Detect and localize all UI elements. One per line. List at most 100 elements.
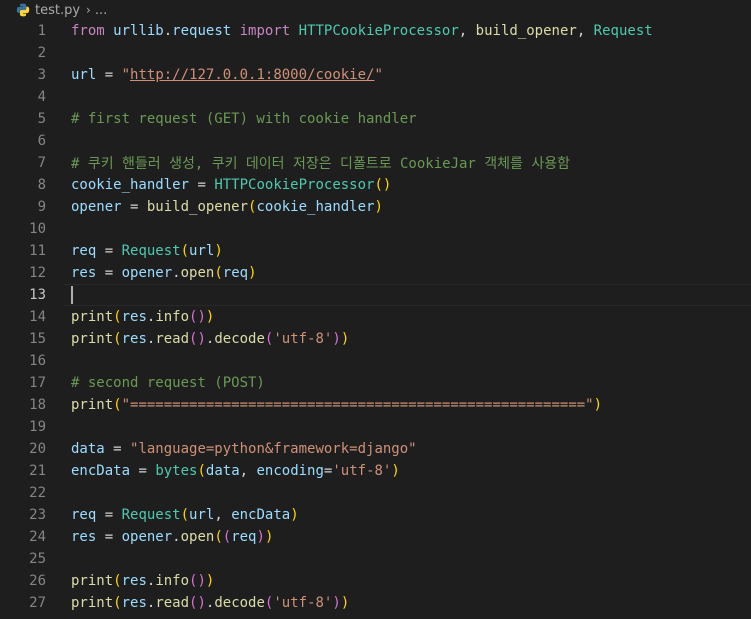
breadcrumb-file[interactable]: test.py	[35, 3, 80, 18]
code-token: info	[155, 573, 190, 589]
code-line[interactable]: 5 # first request (GET) with cookie handl…	[0, 108, 751, 130]
code-token: encoding	[256, 463, 324, 479]
code-token: cookie_handler	[71, 177, 190, 193]
code-token: )	[205, 309, 215, 325]
code-token: (	[113, 331, 122, 347]
code-token: =	[121, 199, 147, 215]
code-token: build_opener	[146, 199, 249, 215]
line-content: url = " http://127.0.0.1:8000/cookie/"	[71, 64, 383, 86]
line-number: 8	[37, 177, 46, 193]
code-token: info	[155, 309, 190, 325]
code-line[interactable]: 27 print(res. read(). decode('utf-8'))	[0, 592, 751, 614]
line-content: print(res. read(). decode('utf-8'))	[71, 328, 349, 350]
code-token: )	[256, 529, 265, 545]
code-line[interactable]: 23 req = Request(url, encData)	[0, 504, 751, 526]
line-number: 7	[37, 155, 46, 171]
code-line[interactable]: 13	[0, 284, 751, 306]
line-number: 10	[29, 221, 46, 237]
code-token: .	[172, 265, 181, 281]
code-token: # second request (POST)	[71, 375, 265, 391]
line-number: 6	[37, 133, 46, 149]
code-token: build_opener	[475, 23, 577, 39]
code-token: read	[155, 595, 190, 611]
code-token: decode	[214, 331, 265, 347]
breadcrumb: test.py › ...	[0, 0, 751, 20]
code-token: "	[121, 67, 131, 83]
code-token: ,	[214, 507, 232, 523]
code-token: (	[264, 331, 274, 347]
breadcrumb-more[interactable]: ...	[95, 3, 107, 18]
code-line[interactable]: 7 # 쿠키 핸들러 생성, 쿠키 데이터 저장은 디폴트로 CookieJar …	[0, 152, 751, 174]
code-token: =	[189, 177, 215, 193]
line-number: 2	[37, 45, 46, 61]
code-token: ()	[189, 595, 206, 611]
line-content	[71, 284, 73, 306]
code-line[interactable]: 2	[0, 42, 751, 64]
line-content: res = opener. open((req))	[71, 526, 273, 548]
code-line[interactable]: 15 print(res. read(). decode('utf-8'))	[0, 328, 751, 350]
chevron-right-icon: ›	[86, 3, 91, 17]
code-line[interactable]: 16	[0, 350, 751, 372]
code-line[interactable]: 22	[0, 482, 751, 504]
code-line[interactable]: 6	[0, 130, 751, 152]
code-line[interactable]: 26 print(res. info())	[0, 570, 751, 592]
code-token: cookie_handler	[256, 199, 375, 215]
line-number: 17	[29, 375, 46, 391]
code-token: url	[189, 507, 215, 523]
code-token: )	[214, 243, 223, 259]
code-token: read	[155, 331, 190, 347]
code-token: (	[197, 463, 206, 479]
code-line[interactable]: 21 encData = bytes(data, encoding ='utf-8'…	[0, 460, 751, 482]
line-number: 21	[29, 463, 46, 479]
code-line[interactable]: 4	[0, 86, 751, 108]
text-cursor	[71, 286, 73, 304]
code-line[interactable]: 12 res = opener. open(req)	[0, 262, 751, 284]
line-number: 3	[37, 67, 46, 83]
code-token: print	[71, 331, 114, 347]
code-token: Request	[121, 243, 181, 259]
code-token: ()	[189, 331, 206, 347]
code-token: urllib	[113, 23, 164, 39]
code-token: ()	[374, 177, 392, 193]
code-token: =	[96, 529, 122, 545]
line-number: 4	[37, 89, 46, 105]
code-token: import	[239, 23, 291, 39]
code-token: (	[264, 595, 274, 611]
code-line[interactable]: 19	[0, 416, 751, 438]
code-token: )	[391, 463, 400, 479]
code-line[interactable]: 24 res = opener. open((req))	[0, 526, 751, 548]
code-token: 'utf-8'	[273, 331, 333, 347]
line-number: 12	[29, 265, 46, 281]
code-token: opener	[71, 199, 122, 215]
code-line[interactable]: 17 # second request (POST)	[0, 372, 751, 394]
code-line[interactable]: 3 url = " http://127.0.0.1:8000/cookie/"	[0, 64, 751, 86]
code-line[interactable]: 14 print(res. info())	[0, 306, 751, 328]
line-content: req = Request(url)	[71, 240, 223, 262]
code-token: )	[374, 199, 383, 215]
code-line[interactable]: 1 from urllib. request import HTTPCookiePr…	[0, 20, 751, 42]
line-number: 11	[29, 243, 46, 259]
code-token: (	[214, 529, 223, 545]
code-line[interactable]: 25	[0, 548, 751, 570]
code-line[interactable]: 8 cookie_handler = HTTPCookieProcessor()	[0, 174, 751, 196]
code-token: (	[113, 573, 122, 589]
line-number: 16	[29, 353, 46, 369]
code-token: opener	[121, 265, 173, 281]
code-line[interactable]: 11 req = Request(url)	[0, 240, 751, 262]
code-token: .	[146, 595, 156, 611]
line-content: data = "language=python&framework=django…	[71, 438, 417, 460]
line-content: res = opener. open(req)	[71, 262, 257, 284]
code-token: =	[104, 441, 131, 457]
code-editor[interactable]: 1 from urllib. request import HTTPCookiePr…	[0, 20, 751, 619]
code-line[interactable]: 10	[0, 218, 751, 240]
code-line[interactable]: 18 print("===============================…	[0, 394, 751, 416]
code-line[interactable]: 20 data = "language=python&framework=djan…	[0, 438, 751, 460]
code-token: # 쿠키 핸들러 생성, 쿠키 데이터 저장은 디폴트로 CookieJar 객…	[71, 156, 571, 172]
code-token: )	[593, 397, 603, 413]
code-token: res	[121, 309, 147, 325]
code-line[interactable]: 9 opener = build_opener(cookie_handler)	[0, 196, 751, 218]
code-token: ,	[239, 463, 257, 479]
code-token: ,	[458, 23, 476, 39]
